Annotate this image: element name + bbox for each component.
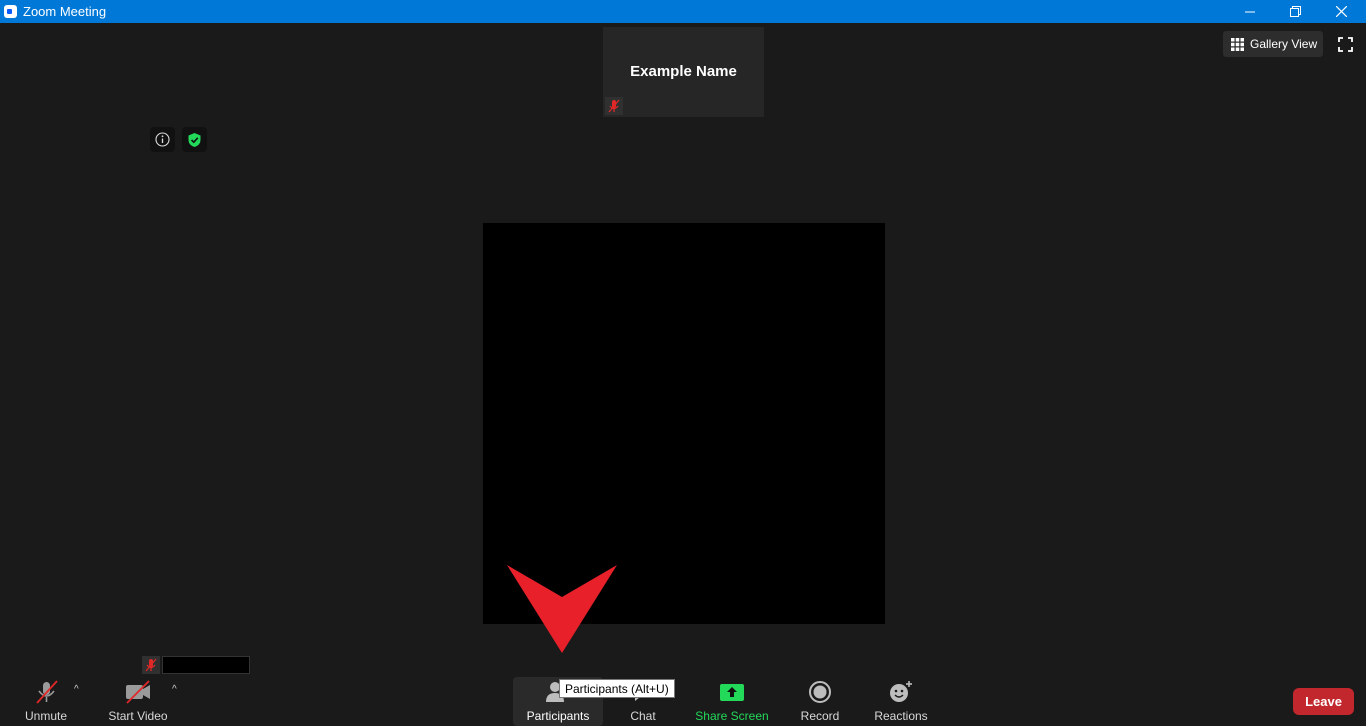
self-mic-muted-icon [142,656,160,674]
fullscreen-icon [1337,36,1353,52]
shield-check-icon [188,132,201,147]
record-button[interactable]: Record [797,678,843,726]
fullscreen-button[interactable] [1334,33,1356,55]
window-title: Zoom Meeting [23,4,107,19]
gallery-view-button[interactable]: Gallery View [1223,31,1323,57]
meeting-info-button[interactable] [150,127,175,152]
share-screen-label: Share Screen [695,709,769,723]
share-screen-button[interactable]: Share Screen [694,678,770,726]
self-video-thumbnail [162,656,250,674]
restore-button[interactable] [1272,0,1318,23]
leave-button[interactable]: Leave [1293,688,1354,715]
grid-icon [1231,37,1244,51]
mic-muted-icon [33,678,59,706]
active-speaker-video [483,223,885,624]
close-icon [1335,6,1347,17]
audio-options-caret[interactable]: ^ [74,684,79,695]
video-off-icon [124,678,152,706]
minimize-icon [1245,11,1255,12]
reactions-label: Reactions [874,709,928,723]
record-label: Record [800,709,840,723]
start-video-button[interactable]: Start Video [104,678,172,726]
chat-label: Chat [630,709,656,723]
participant-tile[interactable]: Example Name [603,27,764,117]
unmute-button[interactable]: Unmute [20,678,72,726]
mic-muted-icon [605,97,623,115]
record-icon [807,678,833,706]
info-icon [155,132,170,147]
participants-label: Participants [526,709,590,723]
title-bar: Zoom Meeting [0,0,1366,23]
share-screen-icon [719,678,745,706]
unmute-label: Unmute [24,709,68,723]
encryption-shield-button[interactable] [182,127,207,152]
zoom-app-icon [4,5,17,18]
participant-name: Example Name [630,63,737,80]
restore-icon [1289,6,1301,17]
minimize-button[interactable] [1227,0,1273,23]
gallery-view-label: Gallery View [1250,37,1318,51]
annotation-arrow-icon [507,565,617,653]
start-video-label: Start Video [108,709,168,723]
close-button[interactable] [1318,0,1364,23]
reactions-icon [887,678,915,706]
video-options-caret[interactable]: ^ [172,684,177,695]
participants-tooltip: Participants (Alt+U) [559,679,675,698]
reactions-button[interactable]: Reactions [871,678,931,726]
